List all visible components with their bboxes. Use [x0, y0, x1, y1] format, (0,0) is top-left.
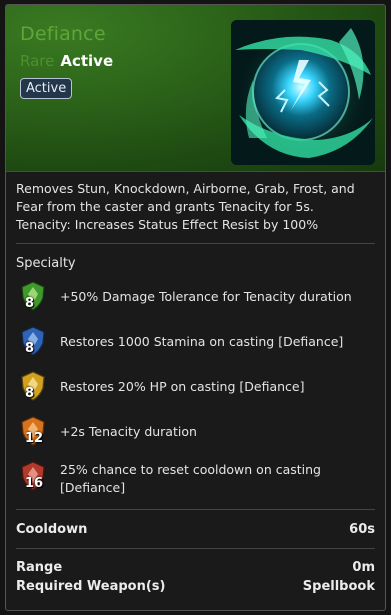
- skill-tooltip-card: Defiance Rare Active Active Removes Stun…: [5, 4, 386, 611]
- skill-header: Defiance Rare Active Active: [6, 5, 385, 172]
- specialty-level: 8: [25, 341, 35, 356]
- specialty-text: +2s Tenacity duration: [60, 424, 197, 439]
- description-line: Fear from the caster and grants Tenacity…: [16, 199, 314, 214]
- skill-meta: Rare Active: [20, 52, 113, 70]
- specialty-level: 8: [25, 386, 35, 401]
- required-weapon-label: Required Weapon(s): [16, 579, 166, 594]
- active-badge: Active: [20, 78, 73, 99]
- specialty-item: 8 Restores 1000 Stamina on casting [Defi…: [6, 320, 385, 365]
- cooldown-value: 60s: [349, 521, 375, 537]
- specialty-text-line: 25% chance to reset cooldown on casting: [60, 462, 321, 477]
- specialty-text: +50% Damage Tolerance for Tenacity durat…: [60, 289, 352, 304]
- specialty-text: Restores 20% HP on casting [Defiance]: [60, 379, 305, 394]
- range-row: Range 0m: [6, 549, 385, 579]
- specialty-level: 16: [25, 476, 44, 491]
- specialty-text: Restores 1000 Stamina on casting [Defian…: [60, 334, 344, 349]
- cooldown-row: Cooldown 60s: [6, 510, 385, 548]
- defiance-energy-orb-icon: [231, 20, 375, 165]
- specialty-item: 12 +2s Tenacity duration: [6, 410, 385, 455]
- skill-description: Removes Stun, Knockdown, Airborne, Grab,…: [6, 172, 385, 243]
- specialty-level: 12: [25, 431, 44, 446]
- specialty-text-line: [Defiance]: [60, 480, 126, 495]
- specialty-level: 8: [25, 296, 35, 311]
- specialty-item: 8 Restores 20% HP on casting [Defiance]: [6, 365, 385, 410]
- description-line: Removes Stun, Knockdown, Airborne, Grab,…: [16, 181, 355, 196]
- specialty-item: 16 25% chance to reset cooldown on casti…: [6, 455, 385, 505]
- cooldown-label: Cooldown: [16, 521, 88, 537]
- specialty-item: 8 +50% Damage Tolerance for Tenacity dur…: [6, 275, 385, 320]
- required-weapon-row: Required Weapon(s) Spellbook: [6, 579, 385, 601]
- range-value: 0m: [352, 560, 375, 575]
- skill-type: Active: [60, 52, 114, 70]
- required-weapon-value: Spellbook: [302, 579, 375, 594]
- skill-rarity: Rare: [20, 52, 55, 70]
- range-label: Range: [16, 560, 63, 575]
- specialty-heading: Specialty: [16, 256, 76, 271]
- specialty-text: 25% chance to reset cooldown on casting …: [60, 461, 378, 497]
- skill-name: Defiance: [20, 23, 106, 45]
- description-line: Tenacity: Increases Status Effect Resist…: [16, 217, 319, 232]
